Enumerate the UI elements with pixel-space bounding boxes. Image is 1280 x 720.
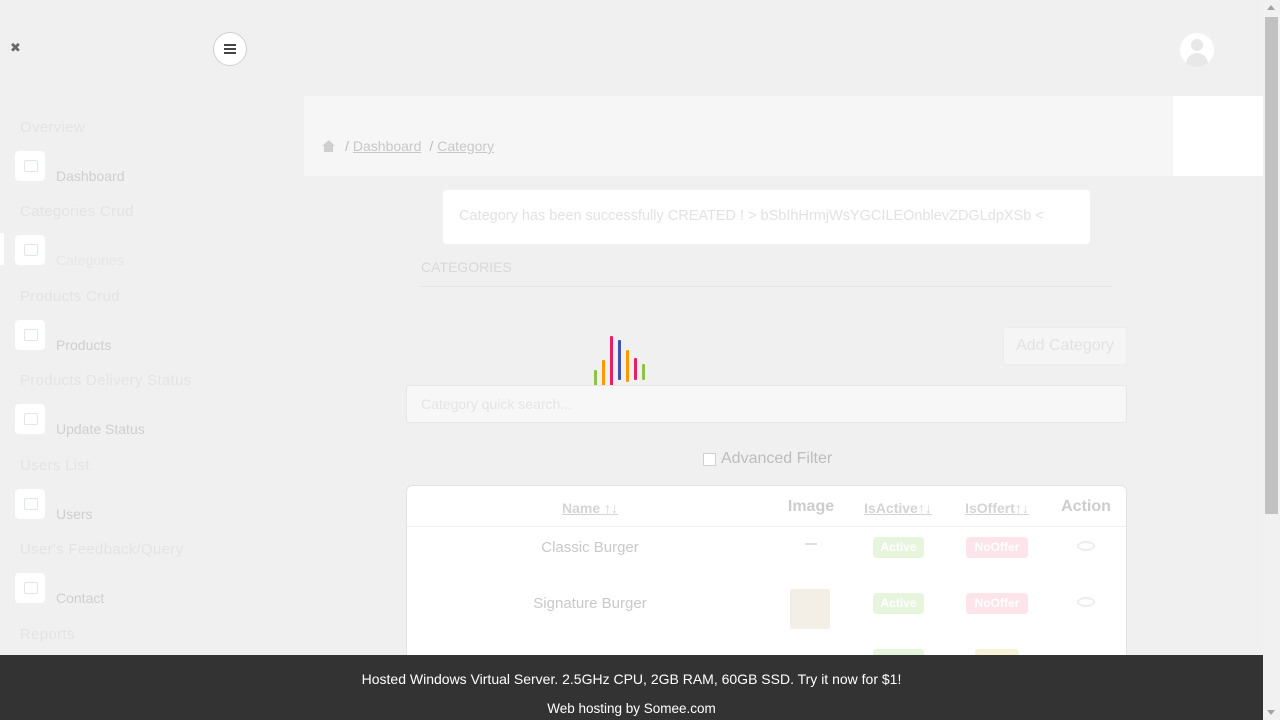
advanced-filter-label: Advanced Filter bbox=[721, 450, 833, 467]
menu-toggle-button[interactable] bbox=[213, 32, 247, 66]
sidebar-section-delivery: Products Delivery Status bbox=[20, 372, 192, 389]
loader-bar bbox=[642, 364, 645, 380]
sidebar-item-update-status[interactable]: Update Status bbox=[15, 404, 275, 444]
sidebar-section-feedback: User's Feedback/Query bbox=[20, 541, 184, 558]
sidebar-item-label: Products bbox=[56, 337, 112, 353]
category-icon bbox=[15, 235, 45, 265]
loader-bar bbox=[618, 340, 621, 380]
sidebar-section-users: Users List bbox=[20, 457, 90, 474]
category-image bbox=[790, 589, 830, 629]
scroll-down-arrow[interactable] bbox=[1267, 710, 1275, 715]
view-icon[interactable] bbox=[1077, 597, 1095, 607]
loader-bar bbox=[594, 370, 597, 386]
home-icon bbox=[15, 151, 45, 181]
user-avatar[interactable] bbox=[1180, 33, 1214, 67]
active-indicator bbox=[0, 233, 4, 265]
sidebar-item-label: Dashboard bbox=[56, 168, 125, 184]
page: ✖ Overview Dashboard Categories Crud Cat… bbox=[0, 0, 1263, 720]
breadcrumb-separator: / bbox=[345, 138, 349, 154]
product-icon bbox=[15, 320, 45, 350]
header-divider bbox=[407, 526, 1126, 527]
column-header-action: Action bbox=[1061, 498, 1111, 515]
loader-bar bbox=[610, 336, 613, 386]
breadcrumb-dashboard-link[interactable]: Dashboard bbox=[353, 138, 422, 154]
offer-badge: NoOffer bbox=[966, 537, 1028, 558]
sidebar-section-reports: Reports bbox=[20, 626, 75, 643]
column-header-isactive[interactable]: IsActive↑↓ bbox=[864, 500, 932, 516]
category-image bbox=[805, 543, 817, 545]
avatar-head bbox=[1191, 39, 1203, 51]
banner-hosting-text[interactable]: Web hosting by Somee.com bbox=[0, 701, 1263, 716]
breadcrumb-separator: / bbox=[429, 138, 434, 154]
avatar-body bbox=[1186, 53, 1208, 67]
home-icon[interactable] bbox=[322, 140, 335, 152]
category-name: Classic Burger bbox=[541, 539, 639, 556]
sidebar-item-categories[interactable]: Categories bbox=[15, 235, 275, 275]
sidebar-item-products[interactable]: Products bbox=[15, 320, 275, 360]
category-search-input[interactable] bbox=[406, 385, 1127, 423]
status-icon bbox=[15, 404, 45, 434]
band-highlight bbox=[1173, 96, 1263, 176]
view-icon[interactable] bbox=[1077, 541, 1095, 551]
offer-badge: NoOffer bbox=[966, 593, 1028, 614]
scroll-up-arrow[interactable] bbox=[1267, 5, 1275, 10]
success-alert: Category has been successfully CREATED !… bbox=[443, 190, 1090, 244]
loader-bar bbox=[626, 350, 629, 382]
status-badge: Active bbox=[873, 537, 924, 558]
breadcrumb-band bbox=[304, 96, 1263, 176]
heading-divider bbox=[421, 286, 1113, 287]
section-heading: CATEGORIES bbox=[421, 259, 512, 275]
category-name: Signature Burger bbox=[533, 595, 647, 612]
sidebar-item-label: Users bbox=[56, 506, 93, 522]
hamburger-icon bbox=[224, 44, 236, 54]
sidebar-item-users[interactable]: Users bbox=[15, 489, 275, 529]
column-header-isoffer[interactable]: IsOffert↑↓ bbox=[965, 500, 1029, 516]
hosting-banner: Hosted Windows Virtual Server. 2.5GHz CP… bbox=[0, 655, 1263, 720]
fullscreen-icon[interactable]: ✖ bbox=[10, 41, 24, 55]
users-icon bbox=[15, 489, 45, 519]
sidebar-section-categories: Categories Crud bbox=[20, 203, 134, 220]
column-header-name[interactable]: Name ↑↓ bbox=[562, 500, 618, 516]
breadcrumb: / Dashboard / Category bbox=[322, 138, 494, 154]
contact-icon bbox=[15, 573, 45, 603]
loading-spinner bbox=[592, 334, 658, 386]
sidebar-item-label: Categories bbox=[56, 252, 124, 268]
sidebar-section-products: Products Crud bbox=[20, 288, 120, 305]
sidebar-item-dashboard[interactable]: Dashboard bbox=[15, 151, 275, 191]
status-badge: Active bbox=[873, 593, 924, 614]
loader-bar bbox=[634, 358, 637, 380]
column-header-image: Image bbox=[787, 498, 835, 515]
loader-bar bbox=[602, 360, 605, 386]
breadcrumb-category-link[interactable]: Category bbox=[437, 138, 494, 154]
scrollbar-thumb[interactable] bbox=[1265, 17, 1278, 514]
sidebar-item-label: Contact bbox=[56, 590, 105, 606]
sidebar-item-label: Update Status bbox=[56, 421, 145, 437]
advanced-filter-toggle[interactable]: Advanced Filter bbox=[703, 450, 832, 468]
vertical-scrollbar[interactable] bbox=[1263, 0, 1280, 720]
add-category-button[interactable]: Add Category bbox=[1003, 327, 1127, 365]
sidebar-item-contact[interactable]: Contact bbox=[15, 573, 275, 613]
sidebar-section-overview: Overview bbox=[20, 119, 85, 136]
advanced-filter-checkbox[interactable] bbox=[703, 452, 716, 466]
banner-promo-text[interactable]: Hosted Windows Virtual Server. 2.5GHz CP… bbox=[0, 671, 1263, 687]
